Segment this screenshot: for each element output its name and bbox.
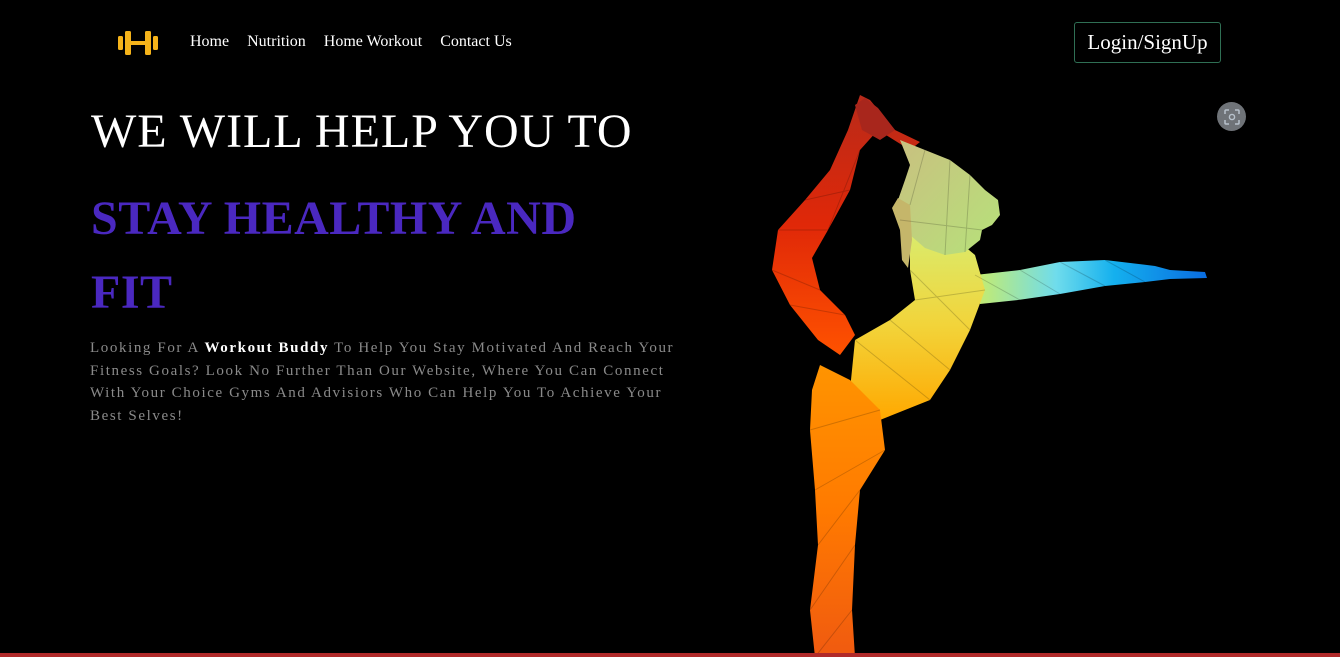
nav-nutrition-link[interactable]: Nutrition [247, 33, 306, 51]
nav-home-workout-link[interactable]: Home Workout [324, 33, 422, 51]
screenshot-lens-icon[interactable] [1217, 102, 1246, 131]
description-text-start: Looking For A [90, 340, 205, 356]
landing-page: Home Nutrition Home Workout Contact Us L… [0, 0, 1340, 653]
description-bold-text: Workout Buddy [204, 340, 330, 356]
nav-contact-us-link[interactable]: Contact Us [440, 33, 512, 51]
login-signup-button[interactable]: Login/SignUp [1074, 22, 1221, 63]
hero-highlight: STAY HEALTHY AND FIT [91, 192, 577, 319]
dumbbell-icon[interactable] [117, 29, 159, 57]
yoga-figure-illustration [760, 90, 1220, 653]
bottom-border [0, 653, 1340, 657]
main-nav: Home Nutrition Home Workout Contact Us [190, 33, 512, 51]
nav-home-link[interactable]: Home [190, 33, 229, 51]
hero-description: Looking For A Workout Buddy To Help You … [90, 337, 680, 427]
hero-headline: WE WILL HELP YOU TO [91, 105, 633, 158]
